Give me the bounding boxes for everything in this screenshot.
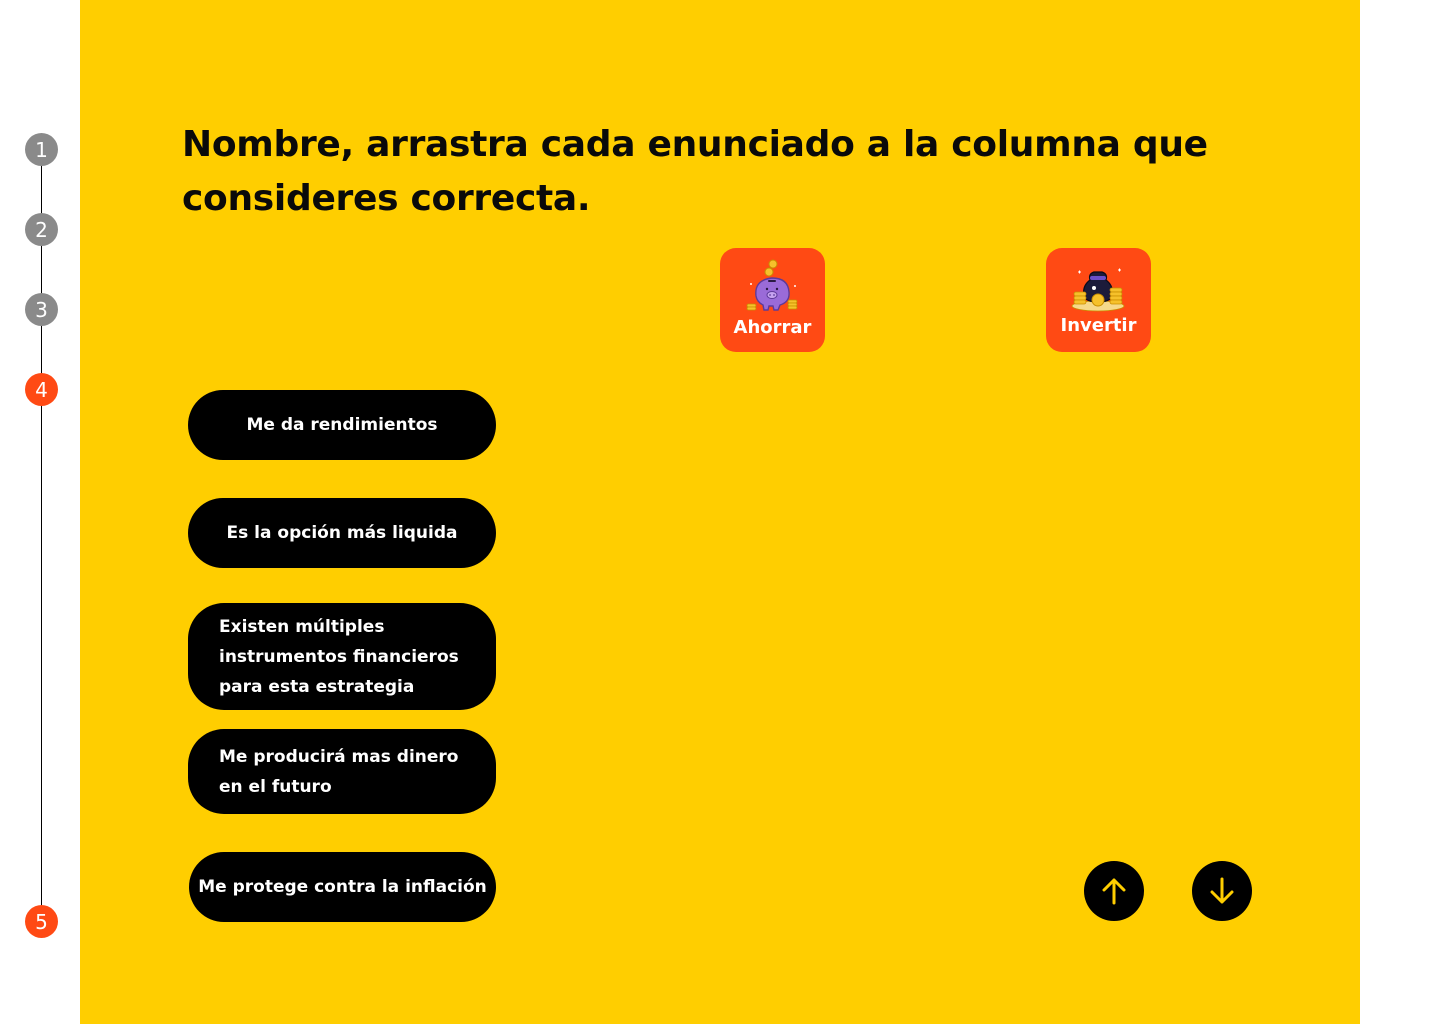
statement-chip[interactable]: Me protege contra la inflación bbox=[189, 852, 496, 922]
step-4[interactable]: 4 bbox=[25, 373, 58, 406]
step-5[interactable]: 5 bbox=[25, 905, 58, 938]
step-3[interactable]: 3 bbox=[25, 293, 58, 326]
statement-chip[interactable]: Existen múltiples instrumentos financier… bbox=[188, 603, 496, 710]
page: 1 2 3 4 5 Nombre, arrastra cada enunciad… bbox=[0, 0, 1440, 1024]
question-title: Nombre, arrastra cada enunciado a la col… bbox=[182, 124, 1208, 219]
progress-rail bbox=[41, 150, 42, 922]
scroll-down-button[interactable] bbox=[1192, 861, 1252, 921]
arrow-down-icon bbox=[1210, 877, 1234, 904]
step-1[interactable]: 1 bbox=[25, 133, 58, 166]
column-invertir[interactable]: Invertir bbox=[1046, 248, 1151, 352]
column-label: Ahorrar bbox=[733, 317, 812, 338]
piggy-bank-icon bbox=[746, 259, 798, 311]
scroll-up-button[interactable] bbox=[1084, 861, 1144, 921]
arrow-up-icon bbox=[1102, 878, 1126, 905]
money-bag-coins-icon bbox=[1071, 268, 1125, 312]
statement-chip[interactable]: Me da rendimientos bbox=[188, 390, 496, 460]
column-ahorrar[interactable]: Ahorrar bbox=[720, 248, 825, 352]
column-label: Invertir bbox=[1060, 315, 1137, 336]
step-2[interactable]: 2 bbox=[25, 213, 58, 246]
statement-chip[interactable]: Me producirá mas dinero en el futuro bbox=[188, 729, 496, 814]
statement-chip[interactable]: Es la opción más liquida bbox=[188, 498, 496, 568]
